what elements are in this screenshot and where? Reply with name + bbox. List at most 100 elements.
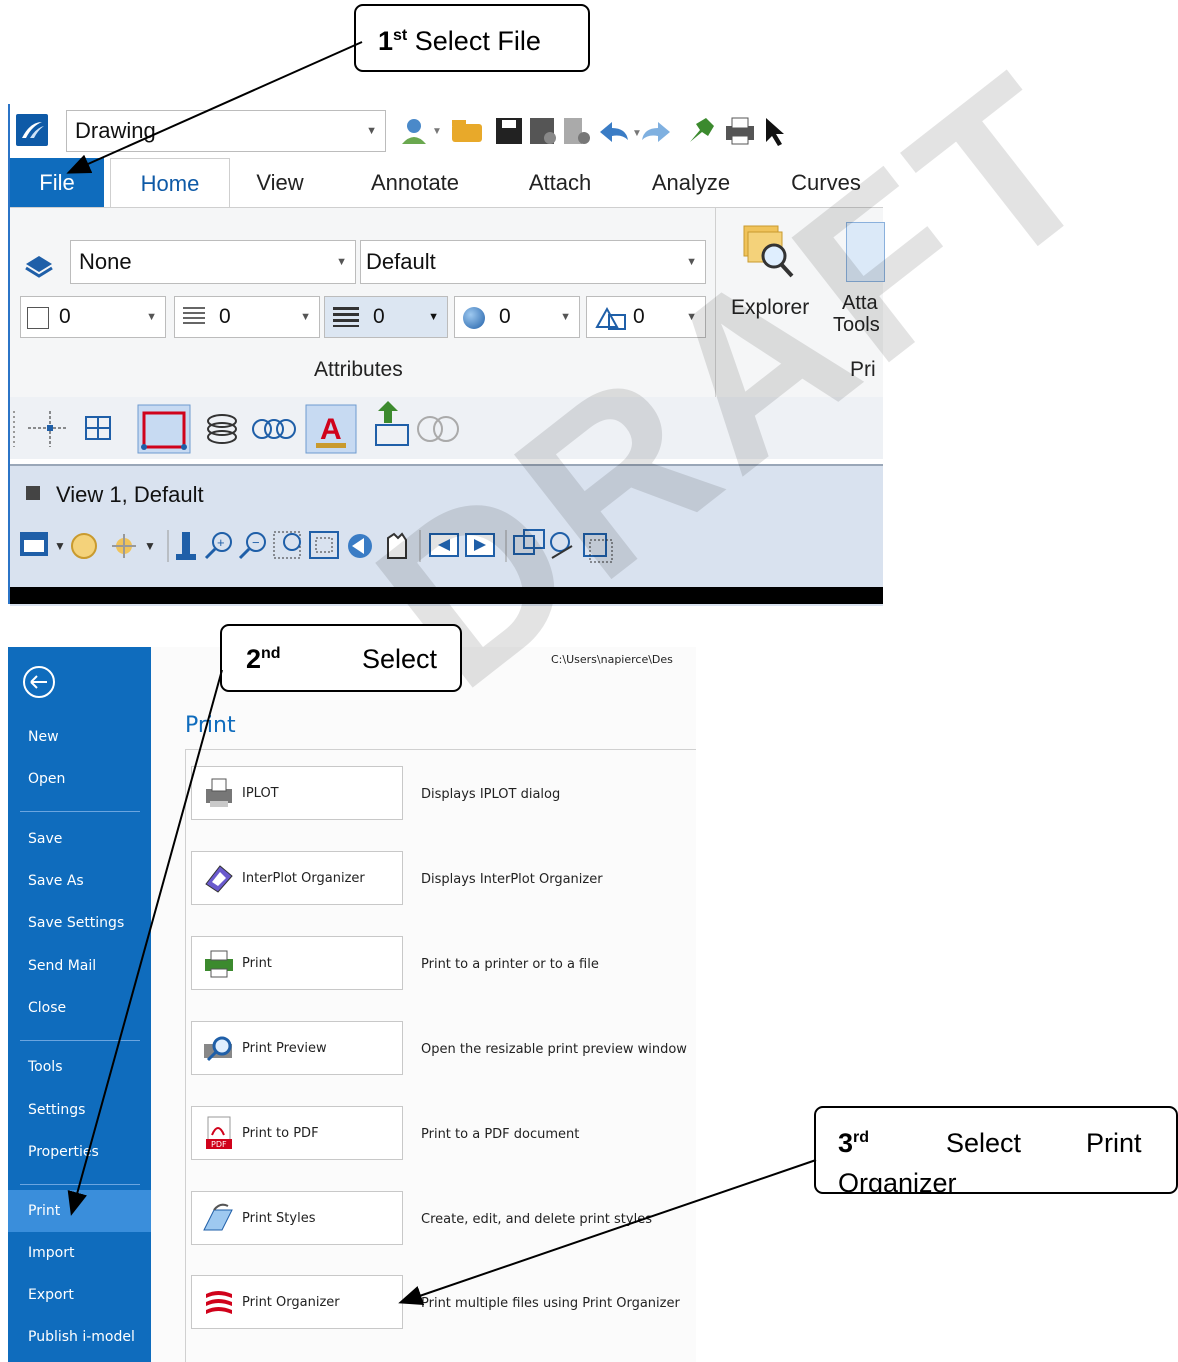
update-view-icon bbox=[176, 532, 196, 560]
backstage-item-open[interactable]: Open bbox=[28, 771, 65, 787]
backstage-item-tools[interactable]: Tools bbox=[28, 1059, 63, 1075]
backstage-item-import[interactable]: Import bbox=[28, 1245, 74, 1261]
backstage-item-send-mail[interactable]: Send Mail bbox=[28, 958, 96, 974]
save-icon bbox=[496, 118, 522, 144]
print-preview-label: Print Preview bbox=[242, 1041, 327, 1056]
print-button[interactable]: Print bbox=[191, 936, 403, 990]
tab-home[interactable]: Home bbox=[110, 158, 230, 209]
level-combo-value: None bbox=[79, 249, 132, 274]
tab-analyze[interactable]: Analyze bbox=[636, 158, 746, 208]
iplot-button[interactable]: IPLOT bbox=[191, 766, 403, 820]
export-icon bbox=[375, 401, 409, 446]
line-style-combo[interactable]: 0 ▼ bbox=[174, 296, 320, 338]
panel-border bbox=[185, 749, 186, 1362]
callout-step-3-text-select: Select bbox=[946, 1128, 1022, 1158]
color-combo-value: 0 bbox=[59, 305, 71, 328]
tab-attach[interactable]: Attach bbox=[510, 158, 610, 208]
pointer-icon bbox=[766, 118, 784, 146]
backstage-item-export[interactable]: Export bbox=[28, 1287, 74, 1303]
chevron-down-icon: ▼ bbox=[560, 311, 571, 323]
tab-annotate[interactable]: Annotate bbox=[350, 158, 480, 208]
print-styles-button[interactable]: Print Styles bbox=[191, 1191, 403, 1245]
tab-attach-label: Attach bbox=[528, 170, 592, 195]
color-swatch-icon bbox=[27, 307, 49, 329]
transparency-combo[interactable]: 0 ▼ bbox=[454, 296, 580, 338]
color-combo[interactable]: 0 ▼ bbox=[20, 296, 166, 338]
callout-step-2-text: Select bbox=[362, 644, 438, 674]
display-style-icon bbox=[71, 533, 97, 559]
tab-view[interactable]: View bbox=[240, 158, 320, 208]
level-display-icon[interactable] bbox=[24, 252, 54, 278]
qat-icons: ▼ ▼ bbox=[402, 117, 784, 146]
interplot-organizer-button[interactable]: InterPlot Organizer bbox=[191, 851, 403, 905]
crosshair-icon bbox=[28, 411, 66, 447]
print-preview-button[interactable]: Print Preview bbox=[191, 1021, 403, 1075]
app-logo-icon[interactable] bbox=[16, 114, 48, 146]
print-styles-icon bbox=[203, 1203, 233, 1231]
svg-text:A: A bbox=[320, 413, 342, 446]
callout-step-2-suffix: nd bbox=[261, 645, 281, 662]
backstage-item-print[interactable]: Print bbox=[28, 1203, 60, 1219]
user-icon bbox=[402, 119, 426, 144]
tab-annotate-label: Annotate bbox=[370, 170, 460, 195]
text-style-icon: A bbox=[305, 404, 357, 454]
svg-text:▼: ▼ bbox=[632, 128, 642, 139]
window-area-icon bbox=[273, 531, 301, 559]
menu-separator bbox=[20, 1040, 140, 1041]
iplot-label: IPLOT bbox=[242, 786, 279, 801]
backstage-item-properties[interactable]: Properties bbox=[28, 1144, 99, 1160]
chevron-down-icon: ▼ bbox=[300, 311, 311, 323]
callout-step-1-text: Select File bbox=[414, 26, 541, 56]
tab-file[interactable]: File bbox=[10, 158, 104, 208]
print-to-pdf-button[interactable]: PDF Print to PDF bbox=[191, 1106, 403, 1160]
line-style-value: 0 bbox=[219, 305, 231, 328]
view-attributes-icon bbox=[20, 532, 48, 556]
undo-icon bbox=[600, 122, 628, 142]
interplot-organizer-icon bbox=[205, 865, 233, 893]
print-organizer-description: Print multiple files using Print Organiz… bbox=[421, 1296, 680, 1311]
workflow-combo-value: Drawing bbox=[75, 118, 156, 143]
level-combo[interactable]: None ▼ bbox=[70, 240, 356, 284]
workflow-combo[interactable]: Drawing ▼ bbox=[66, 110, 386, 152]
backstage-item-settings[interactable]: Settings bbox=[28, 1102, 85, 1118]
line-weight-icon bbox=[333, 307, 359, 327]
menu-separator bbox=[20, 811, 140, 812]
tab-file-label: File bbox=[39, 170, 75, 195]
window-menu-icon[interactable] bbox=[26, 486, 40, 500]
line-weight-value: 0 bbox=[373, 305, 385, 328]
print-icon bbox=[726, 117, 754, 145]
view-window-title: View 1, Default bbox=[56, 482, 204, 507]
callout-step-1-suffix: st bbox=[393, 27, 408, 44]
zoom-in-icon: + bbox=[204, 532, 232, 560]
chevron-down-icon: ▼ bbox=[366, 125, 377, 137]
transparency-icon bbox=[463, 307, 485, 329]
print-preview-description: Open the resizable print preview window bbox=[421, 1042, 687, 1057]
save-settings-icon bbox=[530, 118, 556, 144]
callout-step-1: 1st Select File bbox=[354, 4, 590, 72]
print-to-pdf-description: Print to a PDF document bbox=[421, 1127, 580, 1142]
backstage-item-save-settings[interactable]: Save Settings bbox=[28, 915, 124, 931]
interplot-organizer-label: InterPlot Organizer bbox=[242, 871, 365, 886]
print-styles-label: Print Styles bbox=[242, 1211, 316, 1226]
svg-text:−: − bbox=[252, 535, 260, 550]
svg-text:▼: ▼ bbox=[54, 539, 66, 553]
print-organizer-icon bbox=[206, 1291, 232, 1314]
line-weight-combo[interactable]: 0 ▼ bbox=[324, 296, 448, 338]
backstage-item-close[interactable]: Close bbox=[28, 1000, 66, 1016]
print-description: Print to a printer or to a file bbox=[421, 957, 599, 972]
chevron-down-icon: ▼ bbox=[428, 311, 439, 323]
callout-step-2: 2nd Select bbox=[220, 624, 462, 692]
redo-icon bbox=[642, 122, 670, 142]
backstage-item-publish-imodel[interactable]: Publish i-model bbox=[28, 1329, 135, 1345]
backstage-item-save[interactable]: Save bbox=[28, 831, 62, 847]
print-panel: C:\Users\napierce\Des Print IPLOT Displa… bbox=[151, 647, 696, 1362]
backstage-item-new[interactable]: New bbox=[28, 729, 59, 745]
svg-text:+: + bbox=[217, 535, 225, 550]
callout-step-3-text-print: Print bbox=[1086, 1128, 1142, 1158]
toolbar-icons: A bbox=[13, 401, 459, 454]
print-organizer-button[interactable]: Print Organizer bbox=[191, 1275, 403, 1329]
svg-text:▼: ▼ bbox=[144, 539, 156, 553]
back-arrow-icon[interactable] bbox=[22, 665, 56, 699]
callout-step-3: 3rd Select Print Organizer bbox=[814, 1106, 1178, 1194]
backstage-item-save-as[interactable]: Save As bbox=[28, 873, 84, 889]
